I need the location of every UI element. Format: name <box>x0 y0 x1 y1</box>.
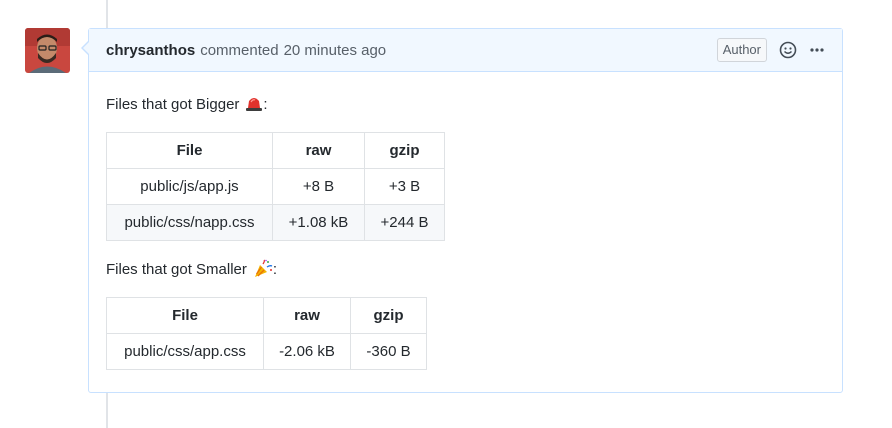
table-cell: +8 B <box>272 168 365 205</box>
table-header-file: File <box>106 132 273 169</box>
table-row: public/css/napp.css +1.08 kB +244 B <box>106 204 445 241</box>
table-cell: +3 B <box>364 168 445 205</box>
bigger-label: Files that got Bigger <box>106 95 240 113</box>
table-cell: public/css/app.css <box>106 333 264 370</box>
table-cell: public/css/napp.css <box>106 204 273 241</box>
smaller-table: File raw gzip public/css/app.css -2.06 k… <box>106 297 427 370</box>
table-cell: -2.06 kB <box>263 333 351 370</box>
comment-action: commented <box>200 41 279 59</box>
smaller-suffix: : <box>272 260 278 278</box>
avatar-image <box>25 28 70 73</box>
smiley-icon[interactable] <box>779 41 797 59</box>
bigger-suffix: : <box>263 95 268 113</box>
table-cell: -360 B <box>350 333 427 370</box>
table-cell: +1.08 kB <box>272 204 365 241</box>
bigger-table: File raw gzip public/js/app.js +8 B +3 B… <box>106 132 445 241</box>
smaller-heading: Files that got Smaller : <box>106 259 825 279</box>
header-actions: Author <box>716 38 825 62</box>
author-link[interactable]: chrysanthos <box>106 42 195 59</box>
author-badge: Author <box>716 38 767 62</box>
table-header-raw: raw <box>263 297 351 334</box>
table-cell: +244 B <box>364 204 445 241</box>
party-popper-icon <box>253 259 273 279</box>
table-row: public/css/app.css -2.06 kB -360 B <box>106 333 427 370</box>
avatar[interactable] <box>25 28 70 73</box>
table-header-file: File <box>106 297 264 334</box>
timestamp-link[interactable]: 20 minutes ago <box>284 42 387 59</box>
table-header-gzip: gzip <box>350 297 427 334</box>
table-row: public/js/app.js +8 B +3 B <box>106 168 445 205</box>
table-header-gzip: gzip <box>364 132 445 169</box>
smaller-label: Files that got Smaller <box>106 260 247 278</box>
table-cell: public/js/app.js <box>106 168 273 205</box>
bigger-heading: Files that got Bigger : <box>106 94 825 114</box>
table-header-row: File raw gzip <box>106 132 445 169</box>
kebab-icon[interactable] <box>809 42 825 58</box>
comment-header: chrysanthos commented 20 minutes ago Aut… <box>89 29 842 72</box>
comment-box: chrysanthos commented 20 minutes ago Aut… <box>81 28 843 393</box>
table-header-row: File raw gzip <box>106 297 427 334</box>
rotating-light-icon <box>245 96 263 112</box>
table-header-raw: raw <box>272 132 365 169</box>
comment-body: Files that got Bigger : File raw gzip pu… <box>89 72 842 370</box>
